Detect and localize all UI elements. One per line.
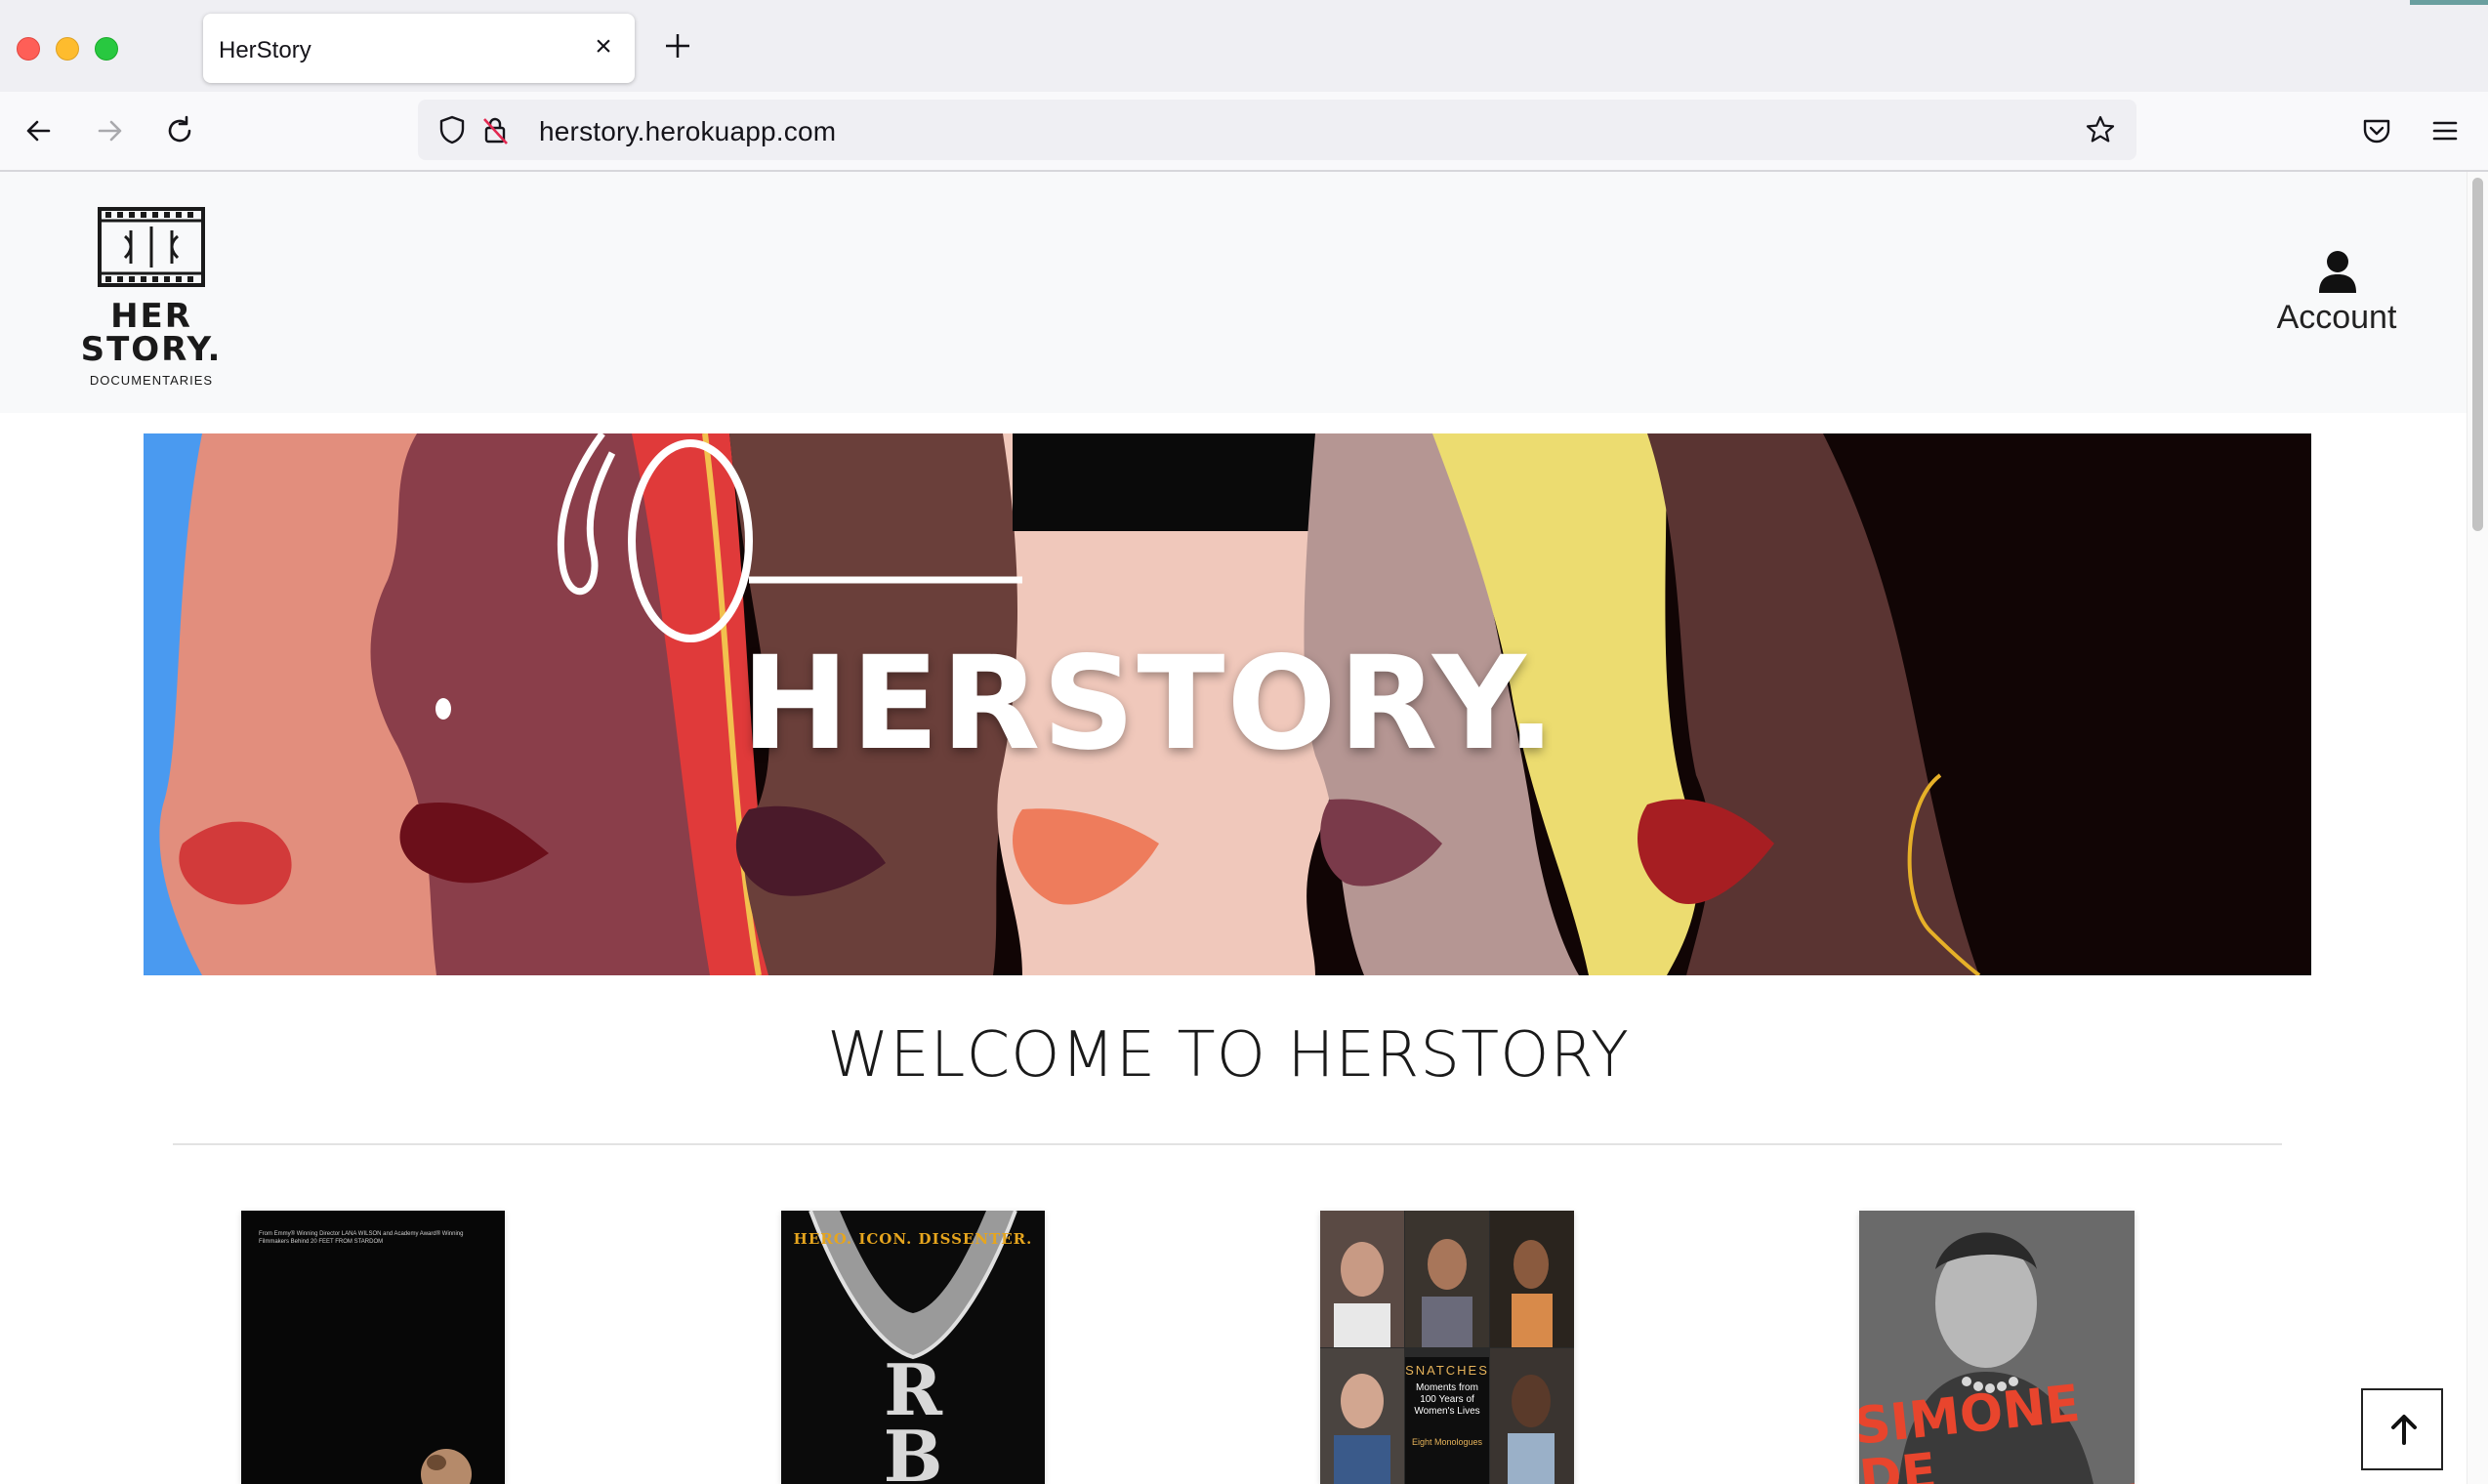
poster-title: R B	[883, 1348, 943, 1484]
insecure-lock-icon[interactable]	[478, 113, 512, 146]
documentary-poster[interactable]: From Emmy® Winning Director LANA WILSON …	[241, 1211, 505, 1484]
poster-tagline: HERO. ICON. DISSENTER.	[793, 1230, 1033, 1248]
browser-nav-bar: herstory.herokuapp.com	[0, 92, 2488, 172]
documentary-poster[interactable]: HERO. ICON. DISSENTER. R B	[781, 1211, 1045, 1484]
hero-title: HERSTORY.	[741, 629, 1557, 779]
logo-text-story: STORY.	[80, 330, 223, 369]
url-text[interactable]: herstory.herokuapp.com	[539, 116, 836, 147]
zoom-window-button[interactable]	[95, 37, 118, 61]
section-divider	[173, 1143, 2282, 1145]
back-to-top-button[interactable]	[2361, 1388, 2443, 1470]
poster-title-box: SNATCHES Moments from 100 Years of Women…	[1405, 1357, 1489, 1484]
window-accent	[2410, 0, 2488, 5]
browser-tab-bar: HerStory ×	[0, 0, 2488, 92]
page-scrollbar[interactable]	[2467, 172, 2488, 1484]
logo-subtitle: DOCUMENTARIES	[89, 373, 214, 388]
poster-tagline: From Emmy® Winning Director LANA WILSON …	[259, 1231, 464, 1245]
arrow-up-icon	[2391, 1415, 2417, 1445]
address-bar[interactable]: herstory.herokuapp.com	[418, 100, 2136, 160]
hero-banner: HERSTORY.	[144, 433, 2311, 975]
menu-icon[interactable]	[2426, 111, 2465, 150]
minimize-window-button[interactable]	[56, 37, 79, 61]
poster-footer: Eight Monologues	[1411, 1437, 1483, 1447]
poster-subtitle: Moments from 100 Years of Women's Lives	[1414, 1382, 1480, 1417]
close-icon[interactable]: ×	[590, 32, 617, 62]
account-link[interactable]: Account	[2263, 250, 2410, 348]
documentary-poster[interactable]: SNATCHES Moments from 100 Years of Women…	[1320, 1211, 1574, 1484]
reload-icon[interactable]	[160, 111, 199, 150]
close-window-button[interactable]	[17, 37, 40, 61]
poster-title: SNATCHES	[1405, 1363, 1489, 1378]
documentary-poster[interactable]: SIMONE DE BEAUVOIR	[1859, 1211, 2135, 1484]
poster-figure	[421, 1449, 472, 1484]
web-page: HER STORY. DOCUMENTARIES Account HERSTOR…	[0, 172, 2467, 1484]
shield-icon[interactable]	[435, 113, 469, 146]
scrollbar-thumb[interactable]	[2472, 178, 2483, 531]
welcome-heading: WELCOME TO HERSTORY	[827, 1019, 1630, 1092]
plus-icon[interactable]	[661, 29, 694, 62]
site-header: HER STORY. DOCUMENTARIES Account	[0, 172, 2467, 413]
bookmark-star-icon[interactable]	[2084, 113, 2117, 146]
user-icon	[2319, 251, 2356, 293]
pocket-icon[interactable]	[2357, 111, 2396, 150]
active-tab[interactable]: HerStory ×	[203, 14, 635, 83]
account-label: Account	[2276, 299, 2397, 336]
film-frame-icon	[98, 207, 205, 287]
back-icon[interactable]	[20, 111, 59, 150]
forward-icon[interactable]	[90, 111, 129, 150]
herstory-logo[interactable]: HER STORY. DOCUMENTARIES	[78, 207, 225, 392]
tab-title: HerStory	[219, 37, 311, 63]
